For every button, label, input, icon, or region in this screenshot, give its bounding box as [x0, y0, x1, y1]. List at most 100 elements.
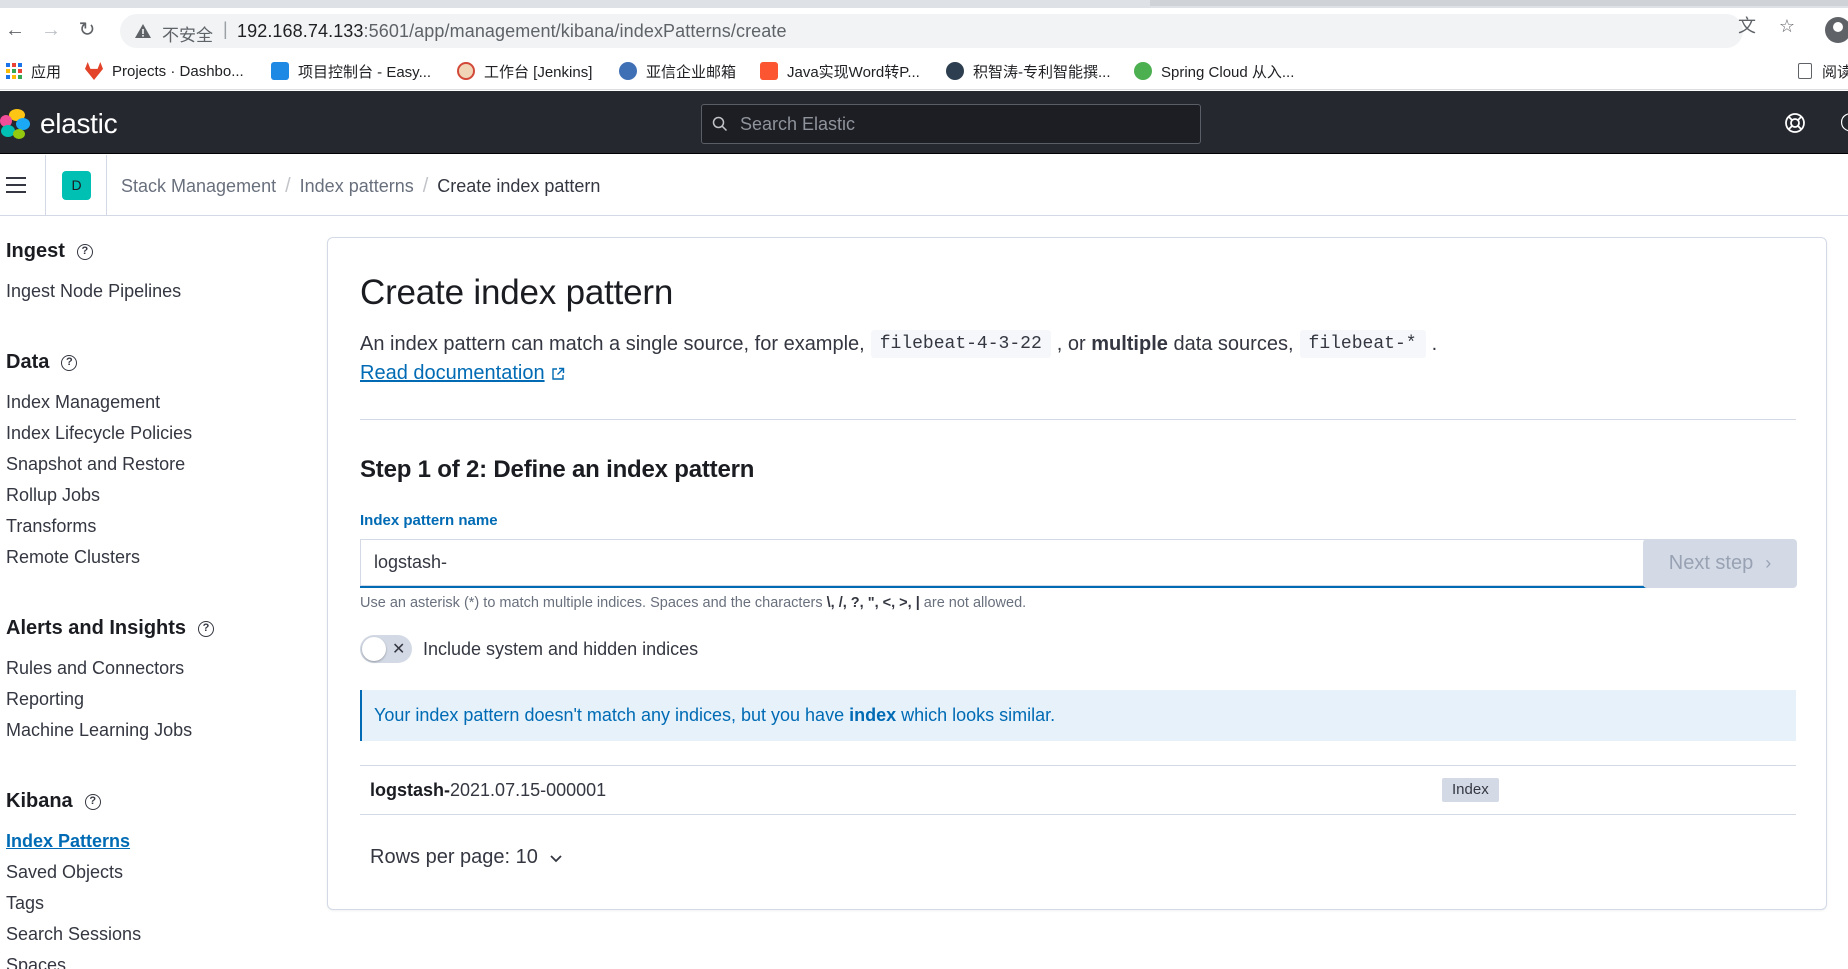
space-avatar[interactable]: D [62, 171, 91, 200]
bookmark-apps[interactable]: 应用 [6, 61, 61, 81]
sidebar-heading-label: Data [6, 351, 50, 373]
sidebar-heading-label: Alerts and Insights [6, 617, 187, 639]
bookmark-spring[interactable]: Spring Cloud 从入... [1134, 61, 1294, 81]
kibana-header: elastic ◯ [0, 91, 1848, 154]
help-suffix: are not allowed. [923, 595, 1027, 611]
bookmark-label: 积智涛-专利智能撰... [973, 63, 1111, 81]
bookmark-jenkins[interactable]: 工作台 [Jenkins] [457, 61, 592, 81]
url-text[interactable]: 192.168.74.133:5601/app/management/kiban… [237, 21, 787, 42]
gitlab-icon [85, 62, 103, 80]
hidden-indices-toggle-row: ✕ Include system and hidden indices [360, 635, 698, 663]
translate-icon[interactable]: 文 [1737, 16, 1757, 36]
search-icon [712, 116, 728, 132]
help-lifebuoy-icon[interactable] [1783, 111, 1807, 135]
bookmark-star-icon[interactable]: ☆ [1777, 16, 1797, 36]
bookmark-projects[interactable]: Projects · Dashbo... [85, 61, 244, 81]
intro-prefix: An index pattern can match a single sour… [360, 332, 865, 355]
sidebar-heading-data: Data? [6, 351, 78, 374]
reload-icon[interactable]: ↻ [75, 18, 99, 42]
sidebar-item-reporting[interactable]: Reporting [6, 689, 84, 710]
sidebar-item-transforms[interactable]: Transforms [6, 516, 96, 537]
sidebar-item-spaces[interactable]: Spaces [6, 955, 66, 969]
bookmark-patent[interactable]: 积智涛-专利智能撰... [946, 61, 1111, 81]
bookmark-easy[interactable]: 项目控制台 - Easy... [271, 61, 431, 81]
sidebar-item-remote-clusters[interactable]: Remote Clusters [6, 547, 140, 568]
breadcrumb-index-patterns[interactable]: Index patterns [300, 176, 414, 197]
example-single-code: filebeat-4-3-22 [870, 330, 1051, 358]
warning-icon[interactable] [134, 22, 152, 40]
info-callout: Your index pattern doesn't match any ind… [360, 690, 1796, 741]
forward-icon[interactable]: → [39, 18, 63, 42]
include-hidden-indices-switch[interactable]: ✕ [360, 635, 412, 663]
bookmark-label: Java实现Word转P... [787, 63, 920, 81]
bookmark-label: Spring Cloud 从入... [1161, 63, 1295, 81]
global-search[interactable] [701, 104, 1201, 144]
sidebar-heading-label: Kibana [6, 790, 73, 812]
bookmark-label: 应用 [31, 63, 62, 81]
address-bar[interactable]: 不安全 | 192.168.74.133:5601/app/management… [120, 14, 1743, 48]
index-name-rest: 2021.07.15-000001 [450, 780, 607, 800]
section-divider [360, 419, 1796, 420]
bookmarks-bar: 应用 Projects · Dashbo... 项目控制台 - Easy... … [0, 52, 1848, 90]
example-multi-code: filebeat-* [1299, 330, 1426, 358]
reading-list[interactable]: 阅读 [1798, 61, 1848, 81]
chevron-right-icon: › [1765, 553, 1772, 573]
step-title: Step 1 of 2: Define an index pattern [360, 456, 755, 483]
sidebar-item-ml-jobs[interactable]: Machine Learning Jobs [6, 720, 192, 741]
create-index-pattern-panel: Create index pattern An index pattern ca… [327, 237, 1827, 910]
sidebar-item-ingest-node-pipelines[interactable]: Ingest Node Pipelines [6, 281, 181, 302]
sidebar-item-index-patterns[interactable]: Index Patterns [6, 831, 130, 852]
bookmark-label: 亚信企业邮箱 [646, 63, 737, 81]
jenkins-icon [457, 62, 475, 80]
next-step-button[interactable]: Next step › [1643, 539, 1797, 588]
callout-bold: index [849, 705, 897, 725]
easy-icon [271, 62, 289, 80]
inactive-tab-area[interactable] [1150, 0, 1848, 6]
sidebar-heading-ingest: Ingest? [6, 240, 93, 263]
index-name: logstash-2021.07.15-000001 [370, 780, 606, 801]
breadcrumb-stack-management[interactable]: Stack Management [121, 176, 276, 197]
bookmark-label: 项目控制台 - Easy... [298, 63, 432, 81]
url-host: 192.168.74.133 [237, 21, 364, 41]
page-title: Create index pattern [360, 273, 674, 312]
elastic-logo[interactable]: elastic [0, 108, 118, 140]
callout-suffix: which looks similar. [901, 705, 1056, 725]
sidebar-item-index-lifecycle-policies[interactable]: Index Lifecycle Policies [6, 423, 192, 444]
breadcrumb: Stack Management / Index patterns / Crea… [121, 175, 600, 198]
sidebar-item-rollup-jobs[interactable]: Rollup Jobs [6, 485, 100, 506]
sidebar-item-snapshot-restore[interactable]: Snapshot and Restore [6, 454, 185, 475]
help-icon[interactable]: ? [198, 620, 215, 637]
sidebar-item-tags[interactable]: Tags [6, 893, 44, 914]
switch-knob [362, 637, 386, 661]
hamburger-menu-icon[interactable] [6, 177, 28, 193]
browser-toolbar: ← → ↻ 不安全 | 192.168.74.133:5601/app/mana… [0, 8, 1848, 52]
insecure-label: 不安全 [162, 26, 213, 45]
sidebar-item-search-sessions[interactable]: Search Sessions [6, 924, 141, 945]
sidebar-item-saved-objects[interactable]: Saved Objects [6, 862, 123, 883]
sidebar-item-rules-connectors[interactable]: Rules and Connectors [6, 658, 184, 679]
divider [45, 155, 46, 215]
sidebar-heading-alerts: Alerts and Insights? [6, 617, 215, 640]
back-icon[interactable]: ← [3, 18, 27, 42]
index-pattern-name-input[interactable] [360, 539, 1650, 588]
bookmark-csdn[interactable]: Java实现Word转P... [760, 61, 920, 81]
help-prefix: Use an asterisk (*) to match multiple in… [360, 595, 823, 611]
breadcrumb-current: Create index pattern [437, 176, 601, 196]
breadcrumb-separator: / [422, 175, 429, 197]
bookmark-mail[interactable]: 亚信企业邮箱 [619, 61, 736, 81]
sidebar-item-index-management[interactable]: Index Management [6, 392, 160, 413]
elastic-logo-icon [0, 109, 30, 139]
breadcrumb-separator: / [285, 175, 291, 197]
doc-link-label: Read documentation [360, 362, 545, 384]
user-menu-icon[interactable]: ◯ [1840, 111, 1848, 135]
help-icon[interactable]: ? [84, 793, 101, 810]
read-documentation-link[interactable]: Read documentation [360, 362, 565, 385]
help-icon[interactable]: ? [76, 243, 93, 260]
rows-per-page-label: Rows per page: 10 [370, 846, 538, 868]
sidebar-heading-label: Ingest [6, 240, 65, 262]
rows-per-page-button[interactable]: Rows per page: 10 [370, 846, 564, 869]
search-input[interactable] [740, 105, 1190, 143]
profile-avatar-icon[interactable] [1825, 17, 1848, 43]
help-icon[interactable]: ? [61, 354, 78, 371]
close-icon: ✕ [392, 641, 406, 658]
